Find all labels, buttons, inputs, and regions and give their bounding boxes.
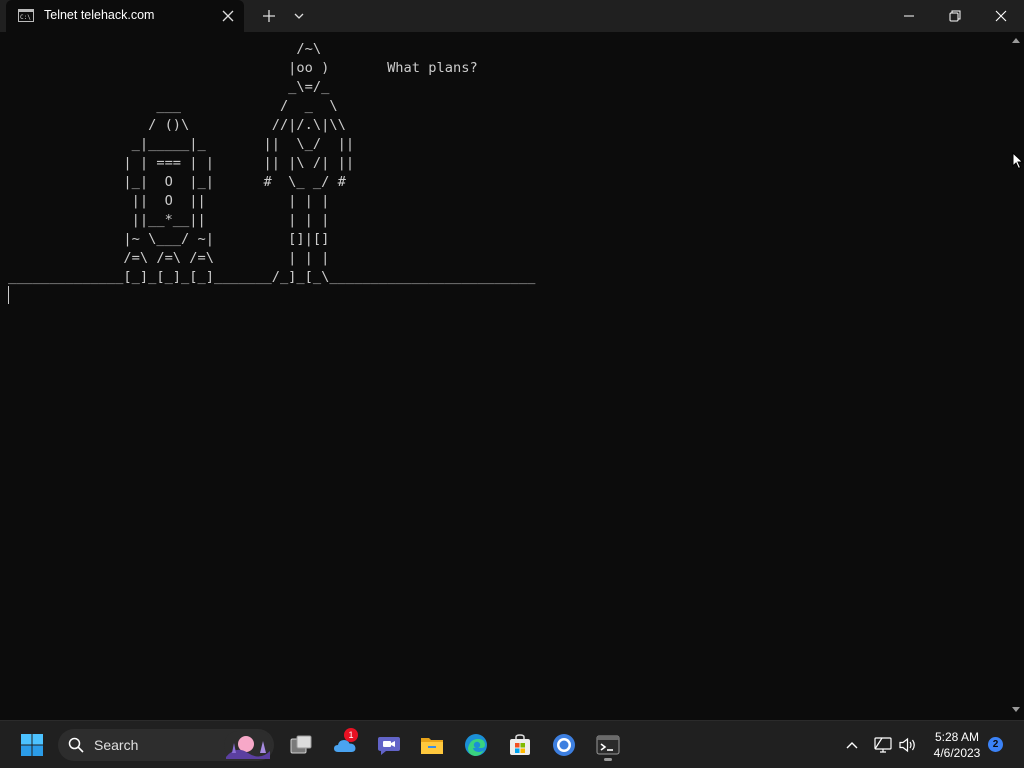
onedrive-badge: 1 — [344, 728, 358, 742]
terminal-button[interactable] — [592, 729, 624, 761]
store-button[interactable] — [504, 729, 536, 761]
plus-icon[interactable] — [260, 7, 278, 25]
minimize-icon — [904, 15, 914, 17]
store-icon — [510, 734, 530, 755]
task-view-icon — [290, 735, 312, 754]
close-icon — [995, 10, 1007, 22]
search-label: Search — [94, 737, 139, 753]
search-box[interactable]: Search — [58, 729, 274, 761]
network-icon[interactable] — [873, 735, 893, 755]
taskbar: Search 1 5:28 AM 4/6/2023 — [0, 720, 1024, 768]
minimize-button[interactable] — [886, 0, 932, 32]
chevron-down-icon[interactable] — [290, 8, 308, 24]
restore-icon — [949, 10, 961, 22]
terminal-icon — [596, 735, 620, 755]
volume-icon[interactable] — [898, 735, 918, 755]
teams-chat-button[interactable] — [373, 729, 405, 761]
file-explorer-button[interactable] — [416, 729, 448, 761]
scrollbar[interactable] — [1008, 32, 1024, 720]
tab-title: Telnet telehack.com — [44, 8, 155, 22]
svg-text:C:\: C:\ — [20, 14, 31, 21]
onedrive-button[interactable]: 1 — [329, 728, 361, 761]
search-icon — [68, 737, 84, 753]
console-icon: C:\ — [18, 9, 34, 22]
clock-date: 4/6/2023 — [933, 746, 981, 760]
start-icon — [21, 734, 43, 756]
maximize-button[interactable] — [932, 0, 978, 32]
scroll-up-arrow-icon[interactable] — [1011, 36, 1021, 46]
notification-badge[interactable]: 2 — [988, 737, 1003, 752]
close-window-button[interactable] — [978, 0, 1024, 32]
scroll-down-arrow-icon[interactable] — [1011, 704, 1021, 714]
close-icon[interactable] — [220, 8, 236, 24]
start-button[interactable] — [16, 729, 48, 761]
terminal-active-indicator — [604, 758, 612, 761]
browser-button[interactable] — [548, 729, 580, 761]
browser-icon — [553, 734, 575, 756]
chevron-up-icon[interactable] — [842, 735, 862, 755]
mouse-pointer-icon — [1012, 152, 1024, 170]
terminal-output[interactable]: /~\ |oo ) What plans? _\=/_ ___ / _ \ / … — [0, 32, 1008, 720]
tab-telnet[interactable]: C:\ Telnet telehack.com — [6, 0, 244, 32]
teams-chat-icon — [378, 737, 400, 755]
title-bar: C:\ Telnet telehack.com — [0, 0, 1024, 32]
text-cursor — [8, 286, 9, 304]
task-view-button[interactable] — [285, 729, 317, 761]
edge-icon — [465, 734, 487, 756]
file-explorer-icon — [421, 738, 443, 754]
terminal-text: /~\ |oo ) What plans? _\=/_ ___ / _ \ / … — [8, 41, 536, 285]
edge-button[interactable] — [460, 729, 492, 761]
clock[interactable]: 5:28 AM 4/6/2023 — [924, 729, 990, 761]
clock-time: 5:28 AM — [934, 730, 980, 744]
search-highlight-illustration-icon — [224, 731, 272, 759]
